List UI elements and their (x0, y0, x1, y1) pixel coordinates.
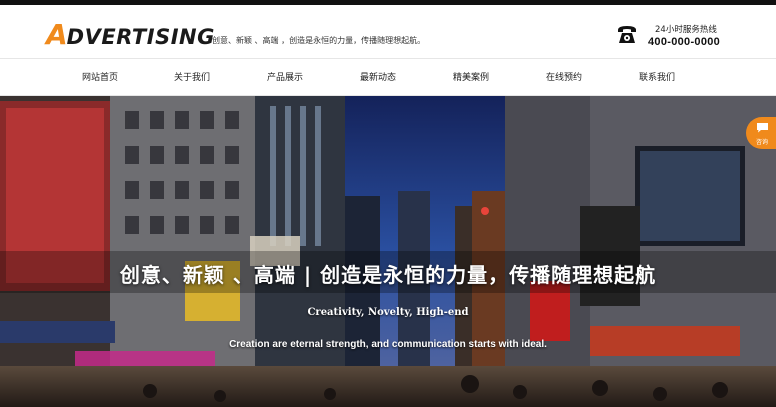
consult-button[interactable]: 咨询 (746, 117, 776, 149)
nav-item-cases[interactable]: 精美案例 (431, 59, 511, 97)
nav-item-news[interactable]: 最新动态 (338, 59, 418, 97)
nav-item-booking[interactable]: 在线预约 (524, 59, 604, 97)
city-photo (0, 96, 776, 407)
logo[interactable]: A DVERTISING (46, 18, 215, 51)
banner-tagline: Creation are eternal strength, and commu… (229, 339, 547, 350)
logo-initial: A (46, 18, 68, 51)
nav-item-contact[interactable]: 联系我们 (617, 59, 697, 97)
consult-label: 咨询 (755, 139, 768, 146)
nav-item-products[interactable]: 产品展示 (245, 59, 325, 97)
hero-banner: 创意、新颖 、高端 | 创造是永恒的力量，传播随理想起航 Creativity,… (0, 96, 776, 407)
banner-headline: 创意、新颖 、高端 | 创造是永恒的力量，传播随理想起航 (119, 263, 657, 287)
hotline-label: 24小时服务热线 (655, 25, 717, 35)
logo-text: DVERTISING (66, 25, 215, 49)
nav-item-about[interactable]: 关于我们 (152, 59, 232, 97)
chat-bubble-icon (757, 123, 768, 133)
phone-icon (618, 26, 636, 43)
main-nav: 网站首页 关于我们 产品展示 最新动态 精美案例 在线预约 联系我们 (0, 58, 776, 96)
nav-item-home[interactable]: 网站首页 (60, 59, 140, 97)
hotline-number: 400-000-0000 (648, 36, 721, 48)
header-slogan: 创意、新颖 、高端 ，创造是永恒的力量，传播随理想起航。 (212, 36, 426, 45)
header: A DVERTISING 创意、新颖 、高端 ，创造是永恒的力量，传播随理想起航… (0, 5, 776, 58)
banner-subtitle: Creativity, Novelty, High-end (307, 307, 469, 318)
